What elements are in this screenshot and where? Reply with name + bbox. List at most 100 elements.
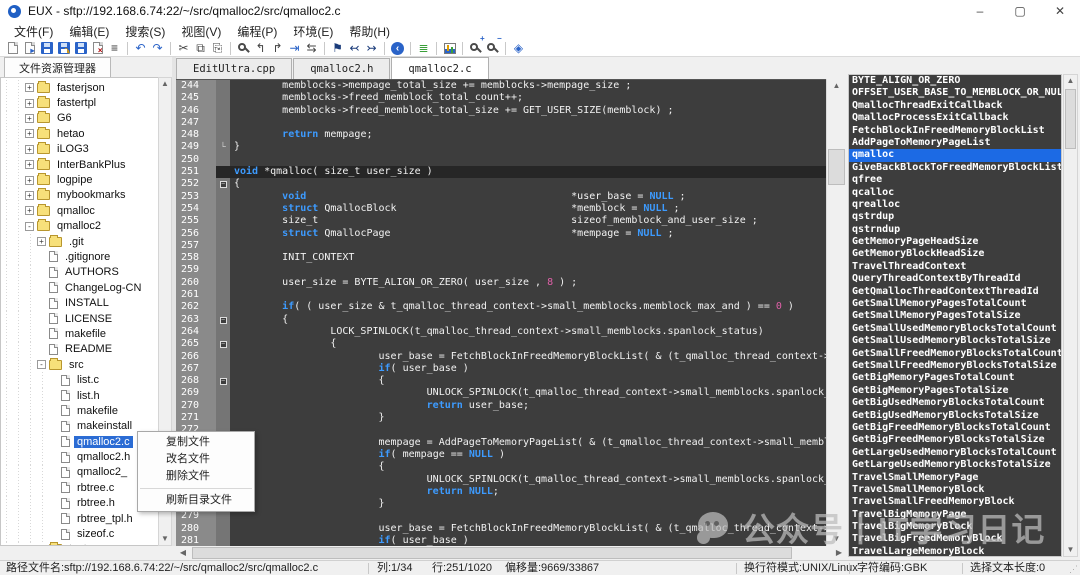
tree-expander-icon[interactable]: + (25, 83, 34, 92)
fold-margin[interactable] (216, 215, 230, 227)
function-list-icon[interactable]: ≣ (415, 41, 432, 56)
fold-margin[interactable] (216, 203, 230, 215)
tree-item-sizeof.c[interactable]: sizeof.c (1, 526, 158, 541)
editor-horizontal-scrollbar[interactable]: ◀ ▶ (176, 546, 846, 560)
fold-margin[interactable] (216, 277, 230, 289)
open-file-icon[interactable]: ▸ (21, 41, 38, 56)
function-item-GetSmallMemoryPagesTotalCount[interactable]: GetSmallMemoryPagesTotalCount (849, 298, 1061, 310)
function-item-qstrndup[interactable]: qstrndup (849, 224, 1061, 236)
tree-expander-icon[interactable]: - (25, 222, 34, 231)
function-item-FetchBlockInFreedMemoryBlockList[interactable]: FetchBlockInFreedMemoryBlockList (849, 125, 1061, 137)
tree-item-logpipe[interactable]: +logpipe (1, 172, 158, 187)
new-file-icon[interactable] (4, 41, 21, 56)
function-item-GetQmallocThreadContextThreadId[interactable]: GetQmallocThreadContextThreadId (849, 286, 1061, 298)
fold-margin[interactable] (216, 240, 230, 252)
tree-expander-icon[interactable]: + (25, 176, 34, 185)
find-previous-icon[interactable]: ↰ (252, 41, 269, 56)
function-item-TravelLargeMemoryBlock[interactable]: TravelLargeMemoryBlock (849, 546, 1061, 557)
fold-margin[interactable] (216, 412, 230, 424)
function-item-GetLargeUsedMemoryBlocksTotalCount[interactable]: GetLargeUsedMemoryBlocksTotalCount (849, 447, 1061, 459)
code-line-277[interactable]: 277 return NULL; (176, 486, 826, 498)
code-line-255[interactable]: 255 size_t sizeof_memblock_and_user_size… (176, 215, 826, 227)
menu-item-6[interactable]: 环境(E) (285, 23, 341, 40)
function-item-GetSmallMemoryPagesTotalSize[interactable]: GetSmallMemoryPagesTotalSize (849, 310, 1061, 322)
code-line-272[interactable]: 272 (176, 424, 826, 436)
tree-item-AUTHORS[interactable]: AUTHORS (1, 265, 158, 280)
tree-item-makeinstall[interactable]: makeinstall (1, 419, 158, 434)
code-line-275[interactable]: 275 { (176, 461, 826, 473)
function-item-TravelBigMemoryPage[interactable]: TravelBigMemoryPage (849, 509, 1061, 521)
editor-vertical-scrollbar[interactable]: ▲ ▼ (826, 79, 846, 546)
code-line-247[interactable]: 247 (176, 117, 826, 129)
function-item-qstrdup[interactable]: qstrdup (849, 211, 1061, 223)
tree-item-rbtree_tpl.h[interactable]: rbtree_tpl.h (1, 511, 158, 526)
code-line-253[interactable]: 253 void *user_base = NULL ; (176, 191, 826, 203)
copy-icon[interactable]: ⧉ (192, 41, 209, 56)
tree-item-fasterjson[interactable]: +fasterjson (1, 80, 158, 95)
code-line-246[interactable]: 246 memblocks->freed_memblock_total_size… (176, 105, 826, 117)
hscroll-thumb[interactable] (192, 547, 792, 559)
function-item-qcalloc[interactable]: qcalloc (849, 187, 1061, 199)
function-item-GetBigUsedMemoryBlocksTotalSize[interactable]: GetBigUsedMemoryBlocksTotalSize (849, 410, 1061, 422)
function-item-BYTE_ALIGN_OR_ZERO[interactable]: BYTE_ALIGN_OR_ZERO (849, 75, 1061, 87)
function-item-TravelThreadContext[interactable]: TravelThreadContext (849, 261, 1061, 273)
fold-margin[interactable] (216, 523, 230, 535)
function-item-QmallocThreadExitCallback[interactable]: QmallocThreadExitCallback (849, 100, 1061, 112)
fold-margin[interactable] (216, 166, 230, 178)
fold-margin[interactable] (216, 105, 230, 117)
tree-item-src[interactable]: -src (1, 357, 158, 372)
fold-margin[interactable] (216, 387, 230, 399)
function-item-GetSmallFreedMemoryBlocksTotalCount[interactable]: GetSmallFreedMemoryBlocksTotalCount (849, 348, 1061, 360)
code-line-261[interactable]: 261 (176, 289, 826, 301)
tree-expander-icon[interactable]: + (25, 129, 34, 138)
tree-expander-icon[interactable]: + (25, 99, 34, 108)
fold-margin[interactable]: − (216, 338, 230, 350)
code-line-262[interactable]: 262 if( ( user_size & t_qmalloc_thread_c… (176, 301, 826, 313)
tree-item-README[interactable]: README (1, 342, 158, 357)
tree-item-list.c[interactable]: list.c (1, 372, 158, 387)
tree-expander-icon[interactable]: - (37, 360, 46, 369)
fold-margin[interactable] (216, 510, 230, 522)
tree-item-.git[interactable]: +.git (1, 234, 158, 249)
back-icon[interactable]: ‹ (389, 41, 406, 56)
bookmark-icon[interactable]: ⚑ (329, 41, 346, 56)
function-scroll-thumb[interactable] (1065, 89, 1076, 149)
code-line-276[interactable]: 276 UNLOCK_SPINLOCK(t_qmalloc_thread_con… (176, 474, 826, 486)
code-line-269[interactable]: 269 UNLOCK_SPINLOCK(t_qmalloc_thread_con… (176, 387, 826, 399)
function-item-TravelSmallMemoryBlock[interactable]: TravelSmallMemoryBlock (849, 484, 1061, 496)
tab-qmalloc2.c[interactable]: qmalloc2.c (391, 57, 488, 79)
tree-item-hetao[interactable]: +hetao (1, 126, 158, 141)
code-line-258[interactable]: 258 INIT_CONTEXT (176, 252, 826, 264)
tree-item-InterBankPlus[interactable]: +InterBankPlus (1, 157, 158, 172)
tree-item-qmalloc2.c[interactable]: qmalloc2.c (1, 434, 158, 449)
tree-item-test[interactable]: +test (1, 542, 158, 546)
function-item-qfree[interactable]: qfree (849, 174, 1061, 186)
chart-icon[interactable] (441, 41, 458, 56)
context-menu-item[interactable]: 复制文件 (138, 434, 254, 451)
fold-margin[interactable] (216, 154, 230, 166)
code-line-249[interactable]: 249└} (176, 141, 826, 153)
context-menu-item[interactable]: 删除文件 (138, 468, 254, 485)
function-item-GetMemoryBlockHeadSize[interactable]: GetMemoryBlockHeadSize (849, 248, 1061, 260)
file-properties-icon[interactable]: ≡ (106, 41, 123, 56)
context-menu-item[interactable]: 刷新目录文件 (138, 492, 254, 509)
fold-margin[interactable] (216, 92, 230, 104)
fold-margin[interactable] (216, 400, 230, 412)
function-item-QmallocProcessExitCallback[interactable]: QmallocProcessExitCallback (849, 112, 1061, 124)
fold-margin[interactable] (216, 289, 230, 301)
function-item-GetBigUsedMemoryBlocksTotalCount[interactable]: GetBigUsedMemoryBlocksTotalCount (849, 397, 1061, 409)
tree-item-.gitignore[interactable]: .gitignore (1, 249, 158, 264)
cut-icon[interactable]: ✂ (175, 41, 192, 56)
fold-margin[interactable] (216, 264, 230, 276)
code-line-250[interactable]: 250 (176, 154, 826, 166)
resize-grip[interactable]: ⋰ (1069, 564, 1078, 575)
hscroll-left-icon[interactable]: ◀ (176, 546, 190, 560)
code-line-256[interactable]: 256 struct QmallocPage *mempage = NULL ; (176, 228, 826, 240)
goto-icon[interactable]: ⇥ (286, 41, 303, 56)
fold-margin[interactable] (216, 301, 230, 313)
maximize-button[interactable]: ▢ (1000, 0, 1040, 22)
tree-expander-icon[interactable]: + (25, 114, 34, 123)
function-list-scrollbar[interactable]: ▲ ▼ (1063, 74, 1078, 557)
menu-item-7[interactable]: 帮助(H) (341, 23, 398, 40)
fold-margin[interactable]: − (216, 178, 230, 190)
